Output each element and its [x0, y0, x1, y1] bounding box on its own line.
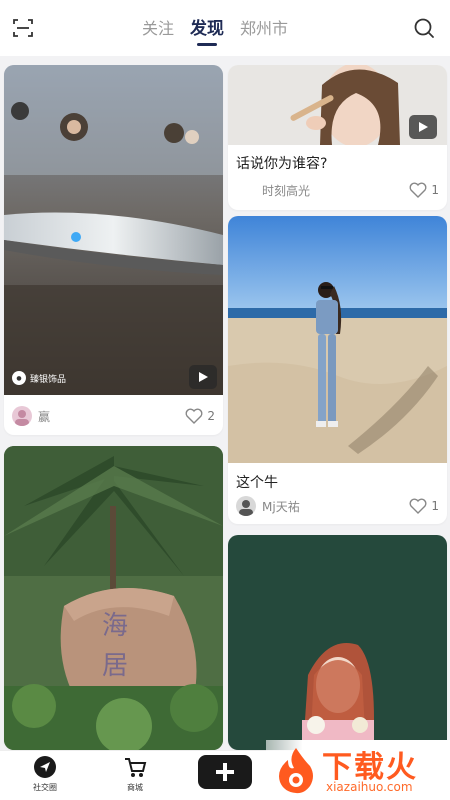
like-count: 1 [431, 499, 439, 513]
channel-watermark: ● 臻银饰品 [12, 371, 66, 385]
video-thumbnail: ● 臻银饰品 [4, 65, 223, 395]
card-meta: 时刻高光 1 [236, 179, 439, 201]
feed-card[interactable] [228, 535, 447, 750]
channel-name: 臻银饰品 [30, 374, 67, 385]
channel-logo-icon: ● [12, 371, 26, 385]
top-header: 关注 发现 郑州市 [0, 0, 450, 56]
scan-icon [13, 19, 33, 37]
tab-city[interactable]: 郑州市 [240, 16, 288, 46]
like-count: 2 [207, 409, 215, 423]
author-name[interactable]: 赢 [38, 408, 185, 425]
post-image [228, 216, 447, 463]
nav-social[interactable]: 社交圈 [15, 755, 75, 799]
like-count: 1 [431, 183, 439, 197]
card-title: 这个牛 [236, 475, 278, 491]
search-button[interactable] [412, 16, 436, 40]
play-icon [419, 122, 428, 132]
add-post-button[interactable] [198, 755, 252, 789]
heart-icon [409, 498, 427, 514]
like-button[interactable]: 1 [409, 498, 439, 514]
heart-icon [185, 408, 203, 424]
flame-logo-icon [279, 748, 313, 794]
discover-feed: ● 臻银饰品 赢 2 话说你为谁容? 时刻高光 1 这个牛 Mj天祐 1 海 居 [0, 62, 450, 750]
watermark-en: xiazaihuo.com [326, 780, 413, 794]
author-name[interactable]: 时刻高光 [262, 182, 409, 199]
scan-button[interactable] [12, 17, 34, 39]
stone-inscription: 海 居 [101, 611, 128, 681]
feed-tabs: 关注 发现 郑州市 [142, 16, 288, 46]
feed-card[interactable]: 话说你为谁容? 时刻高光 1 [228, 65, 447, 210]
search-icon [414, 18, 434, 38]
play-icon [199, 372, 208, 382]
like-button[interactable]: 1 [409, 182, 439, 198]
like-button[interactable]: 2 [185, 408, 215, 424]
author-name[interactable]: Mj天祐 [262, 498, 409, 515]
nav-mall[interactable]: 商城 [105, 755, 165, 799]
nav-label: 商城 [127, 783, 143, 792]
cart-icon [125, 758, 147, 777]
tab-discover[interactable]: 发现 [190, 16, 224, 46]
heart-icon [409, 182, 427, 198]
card-title: 话说你为谁容? [236, 156, 328, 172]
card-meta: Mj天祐 1 [236, 495, 439, 517]
post-image [228, 535, 447, 750]
video-thumbnail [228, 65, 447, 145]
video-badge [409, 115, 437, 139]
feed-card[interactable]: 这个牛 Mj天祐 1 [228, 216, 447, 524]
avatar[interactable] [236, 496, 256, 516]
site-watermark: 下载火 xiazaihuo.com [266, 740, 450, 800]
nav-label: 社交圈 [33, 783, 57, 792]
avatar[interactable] [236, 180, 256, 200]
tab-following[interactable]: 关注 [142, 16, 174, 46]
plus-icon [216, 763, 234, 781]
card-meta: 赢 2 [12, 405, 215, 427]
post-image: 海 居 [4, 446, 223, 750]
video-badge [189, 365, 217, 389]
send-icon [34, 756, 56, 778]
avatar[interactable] [12, 406, 32, 426]
feed-card[interactable]: ● 臻银饰品 赢 2 [4, 65, 223, 435]
feed-card[interactable]: 海 居 [4, 446, 223, 750]
